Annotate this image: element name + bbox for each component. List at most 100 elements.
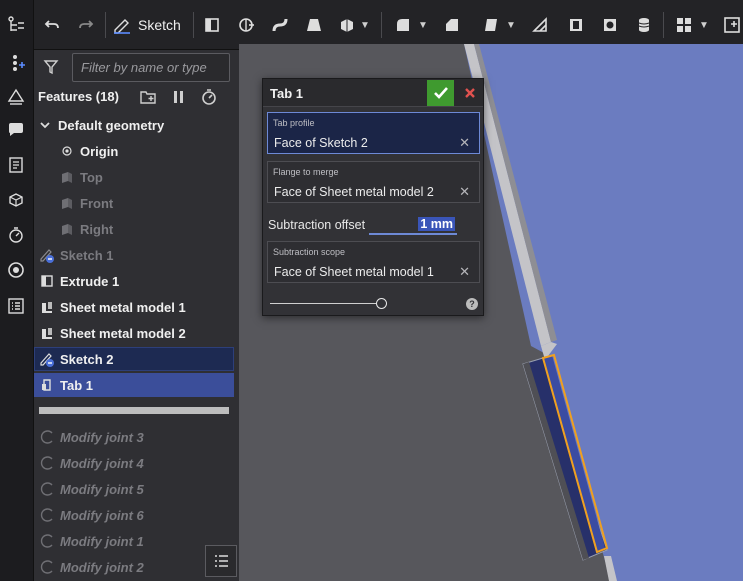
feature-label: Front [80,195,114,211]
loft-tool-icon[interactable] [302,11,326,39]
sheet-metal-icon [38,298,56,316]
feature-list-toggle-button[interactable] [205,545,237,577]
feature-row-modify-joint-5[interactable]: Modify joint 5 [34,477,234,501]
clear-icon[interactable]: ✕ [459,135,470,151]
tab-profile-value: Face of Sketch 2 [274,136,368,150]
revolve-tool-icon[interactable] [234,11,258,39]
notes-icon[interactable] [3,152,29,178]
filter-icon[interactable] [43,59,59,75]
chamfer-tool-icon[interactable] [440,11,464,39]
sketch-button[interactable]: Sketch [112,11,186,39]
feature-row-modify-joint-4[interactable]: Modify joint 4 [34,451,234,475]
sweep-tool-icon[interactable] [268,11,292,39]
feature-row-sheet-metal-2[interactable]: Sheet metal model 2 [34,321,234,345]
feature-label: Extrude 1 [60,273,120,289]
add-mate-connector-icon[interactable] [3,50,29,76]
list-icon [215,555,228,567]
redo-icon[interactable] [74,11,98,39]
fillet-tool-icon[interactable]: ▼ [390,11,432,39]
thicken-tool-icon[interactable]: ▼ [336,11,372,39]
feature-row-tab-1[interactable]: Tab 1 [34,373,234,397]
feature-row-modify-joint-6[interactable]: Modify joint 6 [34,503,234,527]
filter-input[interactable]: Filter by name or type [72,53,230,82]
dialog-title: Tab 1 [270,86,303,101]
joint-icon [38,532,56,550]
clear-icon[interactable]: ✕ [459,184,470,200]
hole-tool-icon[interactable] [598,11,622,39]
shell-tool-icon[interactable] [564,11,588,39]
feature-row-sketch-1[interactable]: Sketch 1 [34,243,234,267]
checklist-icon[interactable] [3,293,29,319]
feature-row-front[interactable]: Front [34,191,234,215]
joint-icon [38,428,56,446]
chevron-down-icon[interactable]: ▼ [418,20,428,31]
feature-row-origin[interactable]: Origin [34,139,234,163]
chevron-down-icon[interactable]: ▼ [360,20,370,31]
checkmark-icon [433,87,448,99]
feature-row-right[interactable]: Right [34,217,234,241]
tab-profile-label: Tab profile [273,118,315,128]
feature-label: Origin [80,143,119,159]
feature-row-modify-joint-3[interactable]: Modify joint 3 [34,425,234,449]
toolbar-divider [193,12,194,38]
plane-icon [58,220,76,238]
rebuild-timer-icon[interactable] [199,87,219,107]
feature-label: Modify joint 6 [60,507,144,523]
help-icon[interactable]: ? [466,298,478,310]
chevron-down-icon[interactable]: ▼ [506,20,516,31]
feature-label: Right [80,221,114,237]
subtraction-offset-label: Subtraction offset [268,218,366,232]
rollback-slider-handle[interactable] [376,298,387,309]
confirm-button[interactable] [427,80,454,106]
rollback-slider-track[interactable] [270,303,382,304]
subtraction-scope-value: Face of Sheet metal model 1 [274,265,434,279]
chevron-down-icon[interactable]: ▼ [699,20,709,31]
appearance-icon[interactable] [3,83,29,109]
extrude-tool-icon[interactable] [200,11,224,39]
subtraction-scope-field[interactable]: Subtraction scope Face of Sheet metal mo… [267,241,480,283]
joint-icon [38,558,56,576]
cancel-button[interactable] [456,80,483,106]
sketch-button-label: Sketch [138,17,181,33]
subtraction-offset-input[interactable]: 1 mm [369,215,457,235]
feature-row-modify-joint-2[interactable]: Modify joint 2 [34,555,234,579]
default-geometry-group[interactable]: Default geometry [34,113,234,137]
parts-icon[interactable] [3,187,29,213]
new-folder-icon[interactable] [138,87,158,107]
tab-feature-dialog: Tab 1 Tab profile Face of Sketch 2 ✕ Fla… [262,78,484,316]
flange-to-merge-field[interactable]: Flange to merge Face of Sheet metal mode… [267,161,480,203]
feature-tree-icon[interactable] [3,12,29,38]
cad-app: Sketch ▼ ▼ ▼ ▼ Filter by name or type Fe… [0,0,743,581]
undo-icon[interactable] [40,11,64,39]
analysis-icon[interactable] [3,257,29,283]
rollback-bar[interactable] [39,407,229,414]
cylinder-tool-icon[interactable] [632,11,656,39]
pattern-tool-icon[interactable]: ▼ [671,11,713,39]
add-part-icon[interactable] [721,11,743,39]
dialog-header: Tab 1 [263,79,483,107]
clear-icon[interactable]: ✕ [459,264,470,280]
tab-profile-field[interactable]: Tab profile Face of Sketch 2 ✕ [267,112,480,154]
toolbar-divider [663,12,664,38]
pause-icon[interactable] [169,87,189,107]
feature-row-extrude-1[interactable]: Extrude 1 [34,269,234,293]
chevron-down-icon[interactable] [36,116,54,134]
plane-icon [58,194,76,212]
draft-tool-icon[interactable]: ▼ [478,11,520,39]
toolbar-divider [105,12,106,38]
feature-label: Sketch 2 [60,351,114,367]
feature-label: Modify joint 3 [60,429,144,445]
feature-row-sketch-2[interactable]: Sketch 2 [34,347,234,371]
joint-icon [38,480,56,498]
feature-label: Sheet metal model 1 [60,299,186,315]
comments-icon[interactable] [3,117,29,143]
feature-row-modify-joint-1[interactable]: Modify joint 1 [34,529,234,553]
joint-icon [38,506,56,524]
feature-label: Modify joint 1 [60,533,144,549]
toolbar-divider [381,12,382,38]
timer-icon[interactable] [3,222,29,248]
feature-row-top[interactable]: Top [34,165,234,189]
feature-row-sheet-metal-1[interactable]: Sheet metal model 1 [34,295,234,319]
rib-tool-icon[interactable] [528,11,552,39]
features-title: Features (18) [38,89,119,104]
